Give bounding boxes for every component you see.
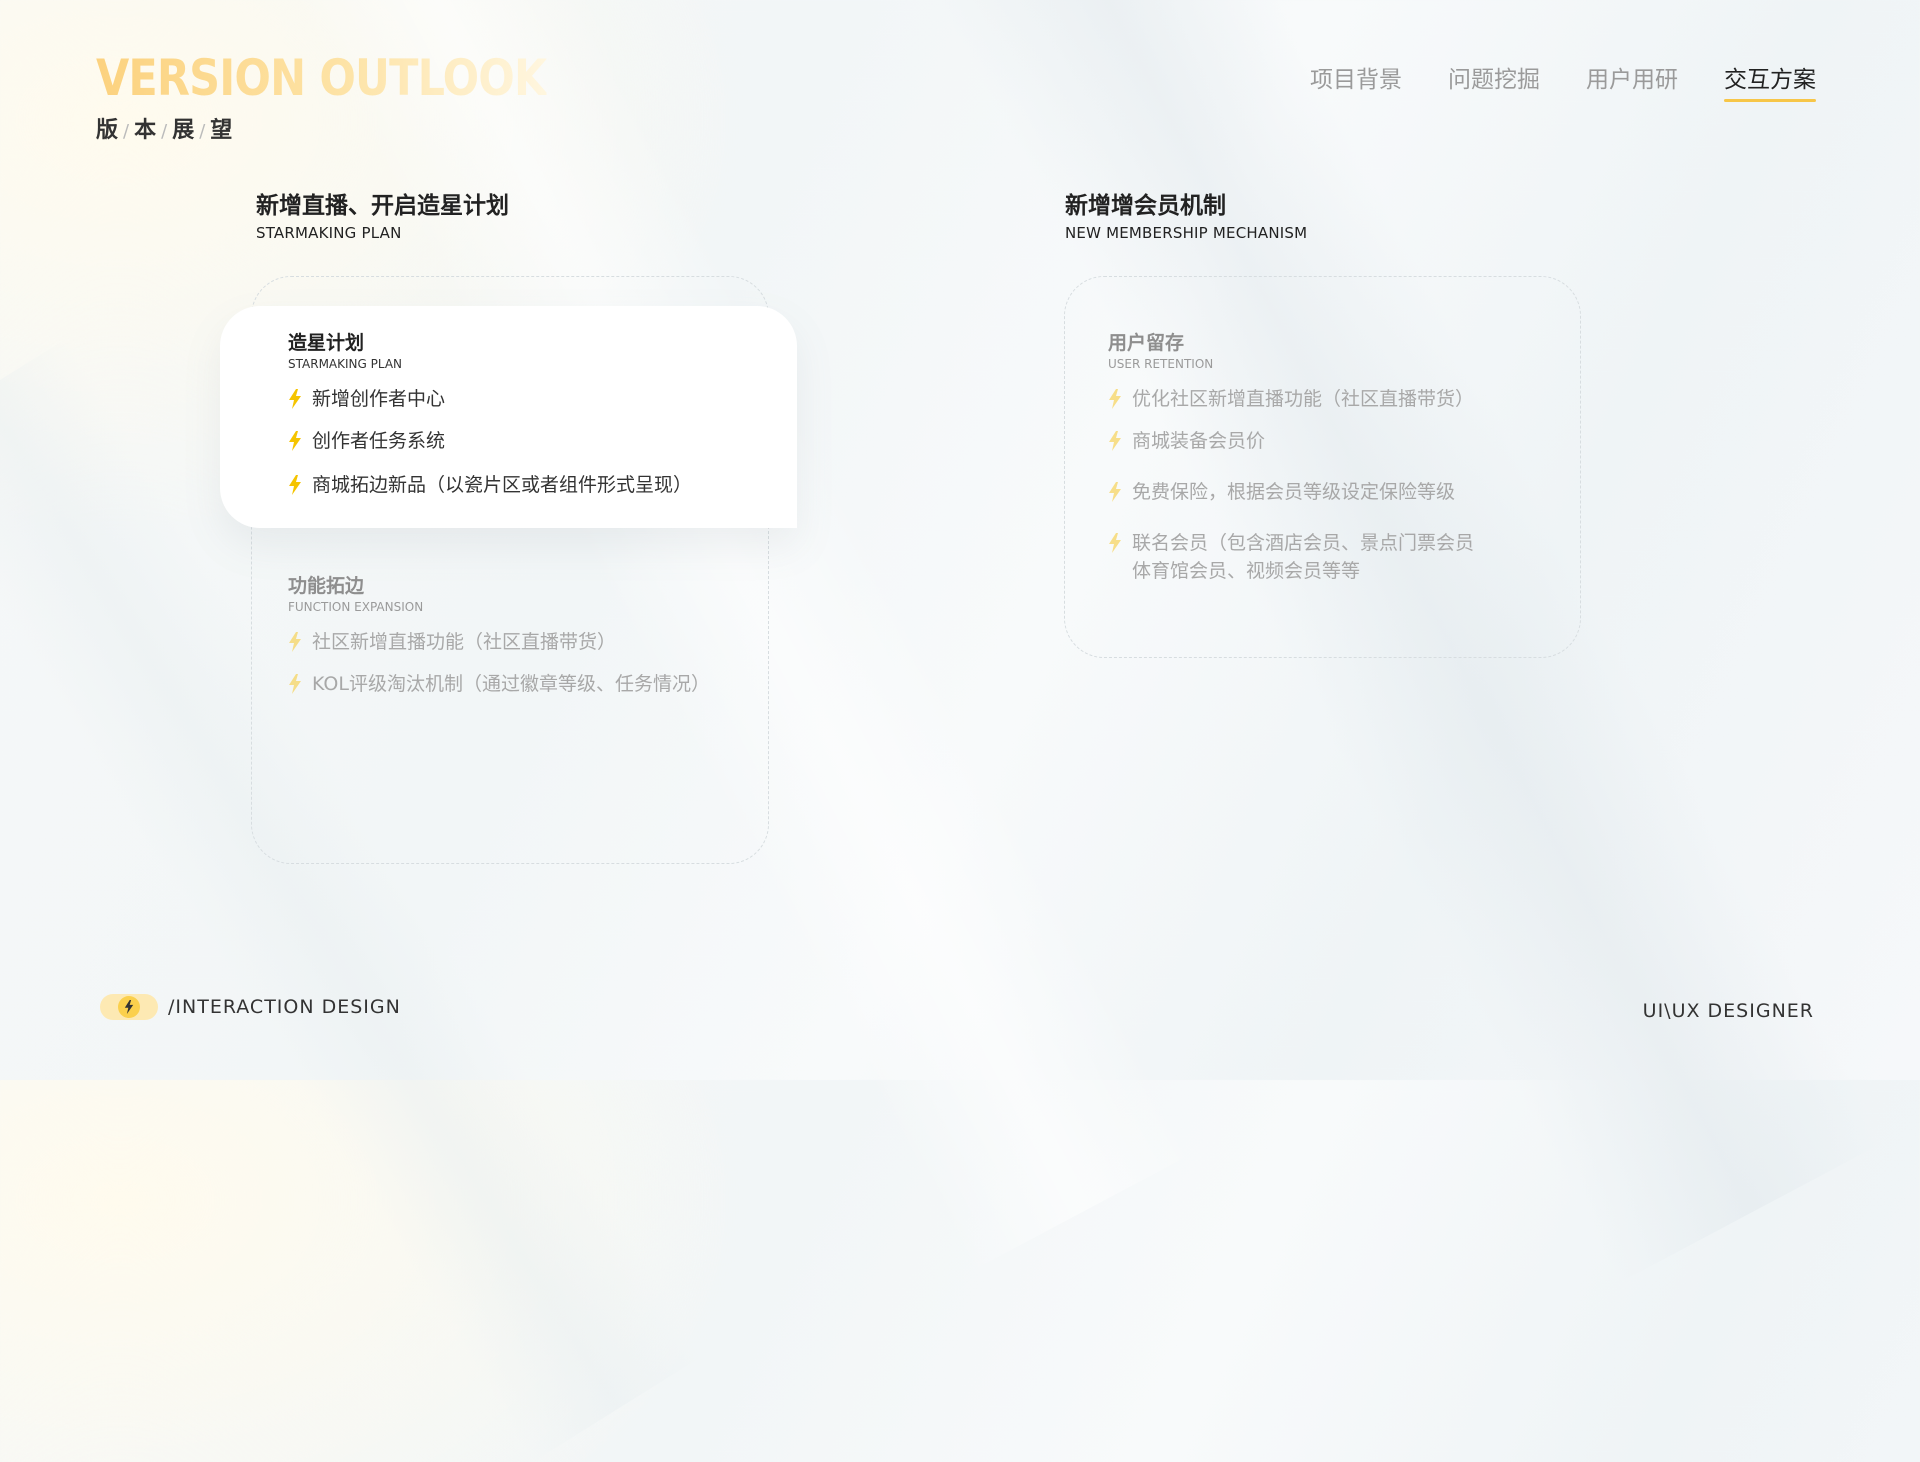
retention-group-subtitle: USER RETENTION	[1108, 357, 1214, 371]
lightning-icon	[289, 389, 301, 409]
list-item-continuation: 体育馆会员、视频会员等等	[1132, 557, 1360, 585]
list-item-text: 体育馆会员、视频会员等等	[1132, 560, 1361, 582]
list-item: KOL评级淘汰机制（通过徽章等级、任务情况）	[288, 670, 710, 698]
brand-separator: /	[199, 121, 208, 142]
featured-group-title: 造星计划	[288, 332, 365, 354]
footer-badge-dot	[118, 996, 140, 1018]
list-item-text: 免费保险，根据会员等级设定保险等级	[1132, 481, 1456, 503]
right-section-title: 新增增会员机制	[1065, 193, 1226, 219]
secondary-group-title: 功能拓边	[288, 575, 365, 597]
list-item: 创作者任务系统	[288, 427, 445, 455]
list-item: 联名会员（包含酒店会员、景点门票会员	[1108, 529, 1474, 557]
list-item: 商城拓边新品（以瓷片区或者组件形式呈现）	[288, 471, 692, 499]
retention-group-header: 用户留存 USER RETENTION	[1108, 328, 1213, 371]
brand-block: VERSION OUTLOOK 版 / 本 / 展 / 望	[96, 48, 620, 144]
brand-subtitle: 版 / 本 / 展 / 望	[96, 112, 620, 144]
lightning-icon	[1109, 389, 1121, 409]
brand-subtitle-char: 本	[134, 118, 159, 143]
list-item: 免费保险，根据会员等级设定保险等级	[1108, 478, 1455, 506]
lightning-icon	[289, 632, 301, 652]
footer-left-text: /INTERACTION DESIGN	[168, 996, 401, 1018]
list-item-text: 商城拓边新品（以瓷片区或者组件形式呈现）	[312, 474, 693, 496]
brand-subtitle-char: 望	[210, 118, 235, 143]
brand-separator: /	[161, 121, 170, 142]
footer-badge	[100, 994, 158, 1020]
footer-left: /INTERACTION DESIGN	[100, 994, 401, 1020]
footer-right-text: UI\UX DESIGNER	[1642, 1000, 1814, 1022]
list-item-text: 创作者任务系统	[312, 430, 446, 452]
featured-group-subtitle: STARMAKING PLAN	[288, 357, 403, 371]
list-item: 商城装备会员价	[1108, 427, 1265, 455]
list-item-text: 社区新增直播功能（社区直播带货）	[312, 631, 617, 653]
featured-group-header: 造星计划 STARMAKING PLAN	[288, 328, 402, 371]
lightning-icon	[289, 674, 301, 694]
right-section-header: 新增增会员机制 NEW MEMBERSHIP MECHANISM	[1065, 186, 1307, 242]
nav-item-interaction-plan[interactable]: 交互方案	[1724, 60, 1816, 102]
left-section-subtitle: STARMAKING PLAN	[256, 224, 402, 242]
lightning-icon	[124, 1000, 134, 1014]
list-item: 新增创作者中心	[288, 385, 445, 413]
right-section-subtitle: NEW MEMBERSHIP MECHANISM	[1065, 224, 1308, 242]
list-item: 社区新增直播功能（社区直播带货）	[288, 628, 616, 656]
lightning-icon	[1109, 533, 1121, 553]
left-section-title: 新增直播、开启造星计划	[256, 193, 509, 219]
nav-item-user-research[interactable]: 用户用研	[1586, 60, 1678, 100]
list-item-text: 商城装备会员价	[1132, 430, 1266, 452]
brand-subtitle-char: 版	[96, 118, 121, 143]
secondary-group-subtitle: FUNCTION EXPANSION	[288, 600, 424, 614]
secondary-group-header: 功能拓边 FUNCTION EXPANSION	[288, 571, 423, 614]
list-item-text: 联名会员（包含酒店会员、景点门票会员	[1132, 532, 1475, 554]
left-section-header: 新增直播、开启造星计划 STARMAKING PLAN	[256, 186, 509, 242]
lightning-icon	[1109, 482, 1121, 502]
brand-separator: /	[123, 121, 132, 142]
nav-item-project-background[interactable]: 项目背景	[1310, 60, 1402, 100]
brand-title: VERSION OUTLOOK	[96, 49, 547, 107]
brand-subtitle-char: 展	[172, 118, 197, 143]
lightning-icon	[289, 431, 301, 451]
lightning-icon	[1109, 431, 1121, 451]
lightning-icon	[289, 475, 301, 495]
list-item-text: KOL评级淘汰机制（通过徽章等级、任务情况）	[312, 673, 710, 695]
list-item: 优化社区新增直播功能（社区直播带货）	[1108, 385, 1474, 413]
list-item-text: 新增创作者中心	[312, 388, 446, 410]
list-item-text: 优化社区新增直播功能（社区直播带货）	[1132, 388, 1475, 410]
top-nav: 项目背景 问题挖掘 用户用研 交互方案	[1310, 60, 1816, 102]
nav-item-problem-discovery[interactable]: 问题挖掘	[1448, 60, 1540, 100]
retention-group-title: 用户留存	[1108, 332, 1185, 354]
